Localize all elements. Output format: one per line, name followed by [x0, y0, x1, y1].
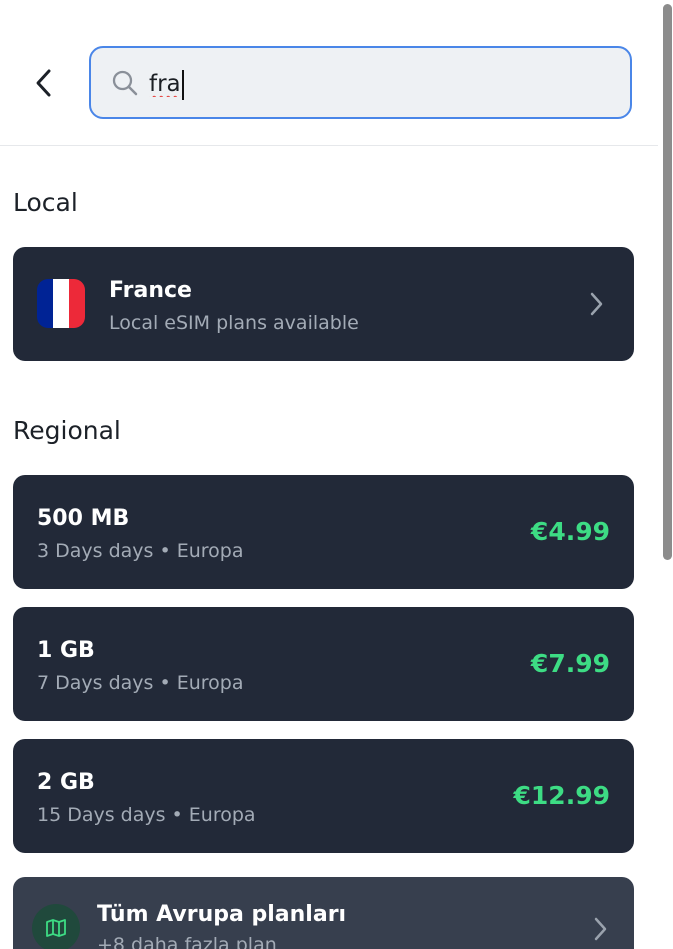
country-subtitle: Local eSIM plans available	[109, 312, 359, 334]
country-name: France	[109, 278, 192, 303]
all-europe-plans-link[interactable]: Tüm Avrupa planları +8 daha fazla plan	[13, 877, 634, 949]
plan-card[interactable]: 500 MB 3 Days days • Europa €4.99	[13, 475, 634, 589]
more-plans-subtitle: +8 daha fazla plan	[97, 934, 277, 949]
search-input[interactable]	[149, 64, 569, 104]
plan-card[interactable]: 2 GB 15 Days days • Europa €12.99	[13, 739, 634, 853]
chevron-left-icon	[36, 69, 51, 97]
chevron-right-icon	[590, 292, 603, 316]
plan-data: 2 GB	[37, 770, 95, 795]
plan-data: 1 GB	[37, 638, 95, 663]
plan-details: 7 Days days • Europa	[37, 672, 244, 694]
search-icon	[112, 70, 138, 96]
text-cursor	[182, 70, 184, 100]
plan-details: 15 Days days • Europa	[37, 804, 256, 826]
plan-price: €7.99	[530, 649, 610, 678]
local-item-france[interactable]: France Local eSIM plans available	[13, 247, 634, 361]
local-section-title: Local	[13, 188, 78, 217]
plan-price: €12.99	[513, 781, 610, 810]
regional-section-title: Regional	[13, 416, 121, 445]
plan-card[interactable]: 1 GB 7 Days days • Europa €7.99	[13, 607, 634, 721]
search-field[interactable]	[89, 46, 632, 119]
plan-details: 3 Days days • Europa	[37, 540, 244, 562]
plan-data: 500 MB	[37, 506, 130, 531]
france-flag-icon	[37, 279, 85, 328]
scrollbar-thumb[interactable]	[663, 4, 672, 560]
search-header	[0, 0, 658, 146]
map-icon	[32, 904, 80, 949]
more-plans-title: Tüm Avrupa planları	[97, 902, 347, 927]
plan-price: €4.99	[530, 517, 610, 546]
chevron-right-icon	[594, 917, 607, 941]
back-button[interactable]	[26, 66, 60, 100]
